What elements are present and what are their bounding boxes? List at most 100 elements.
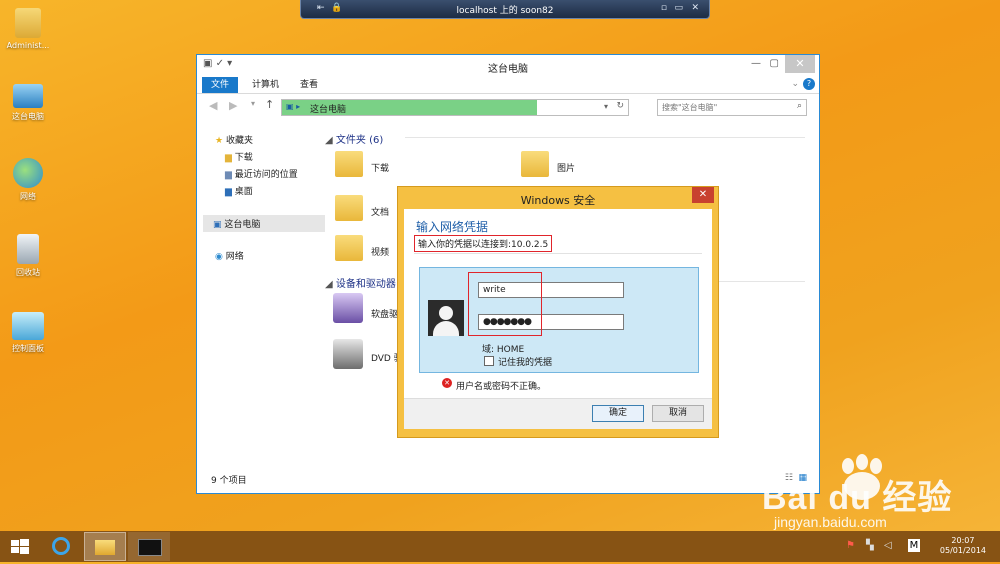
user-folder-icon [15, 8, 41, 38]
clock[interactable]: 20:07 05/01/2014 [940, 536, 986, 556]
documents-folder-icon[interactable] [335, 195, 363, 221]
nav-desktop[interactable]: ▆ 桌面 [225, 184, 253, 197]
group-label: 设备和驱动器 [335, 279, 396, 290]
downloads-folder-icon: ▆ [225, 153, 232, 163]
ie-icon [52, 537, 70, 555]
desktop-icon-label: 这台电脑 [12, 112, 44, 121]
dialog-title: Windows 安全 [520, 194, 596, 207]
navigation-pane: ★ 收藏夹 ▆ 下载 ▆ 最近访问的位置 ▆ 桌面 ▣ 这台电脑 ◉ 网络 [197, 125, 325, 465]
explorer-title: 这台电脑 [488, 64, 528, 75]
computer-icon: ▣ ▸ [286, 102, 301, 111]
control-panel-icon [12, 312, 44, 340]
desktop-icon-control-panel[interactable]: 控制面板 [0, 312, 56, 354]
credential-tile[interactable]: write ●●●●●●● 域: HOME 记住我的凭据 [419, 267, 699, 373]
group-header-devices[interactable]: ◢ 设备和驱动器 [325, 275, 396, 290]
cmd-taskbar-button[interactable] [128, 532, 170, 561]
recycle-bin-icon [17, 234, 39, 264]
help-icon[interactable]: ? [803, 78, 815, 90]
group-header-folders[interactable]: ◢ 文件夹 (6) [325, 131, 383, 146]
tab-view[interactable]: 查看 [291, 77, 327, 93]
close-button[interactable]: ✕ [691, 3, 699, 13]
chevron-down-icon: ◢ [325, 279, 333, 290]
dialog-close-button[interactable]: ✕ [692, 187, 714, 203]
folder-label-videos[interactable]: 视频 [371, 245, 389, 258]
nav-label: 最近访问的位置 [234, 170, 298, 180]
minimize-button[interactable]: — [751, 58, 761, 69]
nav-favorites[interactable]: ★ 收藏夹 [215, 133, 253, 146]
close-button[interactable]: ✕ [785, 55, 815, 73]
recent-icon: ▆ [225, 170, 232, 180]
tray-flag-icon[interactable]: ⚑ [846, 540, 855, 551]
dialog-heading: 输入网络凭据 [416, 220, 489, 234]
back-arrow-icon[interactable]: ◀ [209, 99, 217, 112]
dialog-footer: 确定 取消 [404, 398, 712, 429]
minimize-button[interactable]: ▫ [661, 3, 667, 13]
refresh-icon[interactable]: ↻ [616, 101, 624, 111]
ime-indicator[interactable]: M [908, 539, 920, 552]
address-field[interactable]: ▣ ▸ 这台电脑 ▾ ↻ [281, 99, 629, 116]
forward-arrow-icon[interactable]: ▶ [229, 99, 237, 112]
up-arrow-icon[interactable]: ↑ [265, 98, 274, 111]
desktop-icon-this-pc[interactable]: 这台电脑 [0, 84, 56, 122]
tray-network-icon[interactable]: ▚ [866, 540, 874, 551]
domain-label: 域: HOME [482, 345, 525, 355]
baidu-watermark: Bai du 经验 jingyan.baidu.com [752, 452, 1000, 532]
computer-icon: ▣ [213, 220, 222, 230]
dvd-drive-icon[interactable] [333, 339, 363, 369]
recent-locations-icon[interactable]: ▾ [251, 99, 255, 108]
restore-button[interactable]: ▭ [674, 3, 683, 13]
videos-folder-icon[interactable] [335, 235, 363, 261]
address-dropdown-icon[interactable]: ▾ [604, 102, 608, 111]
cancel-button[interactable]: 取消 [652, 405, 704, 422]
dialog-subtitle: 输入你的凭据以连接到:10.0.2.5 [414, 235, 553, 252]
nav-this-pc[interactable]: ▣ 这台电脑 [203, 215, 325, 232]
user-avatar-icon [428, 300, 464, 336]
windows-security-dialog: Windows 安全 ✕ 输入网络凭据 输入你的凭据以连接到:10.0.2.5 … [397, 186, 719, 438]
downloads-folder-icon[interactable] [335, 151, 363, 177]
remember-credentials-label[interactable]: 记住我的凭据 [498, 355, 552, 368]
nav-label: 收藏夹 [225, 136, 253, 146]
remote-session-bar: ⇤ 🔒 localhost 上的 soon82 ▫ ▭ ✕ [300, 0, 710, 19]
desktop-icon: ▆ [225, 187, 232, 197]
folder-label-downloads[interactable]: 下载 [371, 161, 389, 174]
remote-session-title: localhost 上的 soon82 [456, 6, 554, 16]
ok-button[interactable]: 确定 [592, 405, 644, 422]
star-icon: ★ [215, 136, 224, 146]
group-label: 文件夹 (6) [335, 135, 384, 146]
search-placeholder: 搜索"这台电脑" [662, 103, 718, 112]
nav-recent[interactable]: ▆ 最近访问的位置 [225, 167, 298, 180]
folder-label-documents[interactable]: 文档 [371, 205, 389, 218]
folder-label-pictures[interactable]: 图片 [557, 161, 575, 174]
desktop-icon-label: Administ... [6, 41, 50, 50]
desktop-icon-label: 回收站 [16, 268, 40, 277]
search-input[interactable]: 搜索"这台电脑" ⌕ [657, 99, 807, 116]
explorer-taskbar-button[interactable] [84, 532, 126, 561]
desktop-icon-recycle-bin[interactable]: 回收站 [0, 234, 56, 278]
nav-label: 下载 [234, 153, 253, 163]
start-button[interactable] [0, 532, 40, 561]
ribbon-tabs: 文件 计算机 查看 ⌄ ? [197, 77, 819, 94]
desktop-icon-label: 控制面板 [12, 344, 44, 353]
desktop-icon-administrator[interactable]: Administ... [0, 8, 56, 50]
nav-network[interactable]: ◉ 网络 [215, 249, 244, 262]
clock-date: 05/01/2014 [939, 546, 986, 555]
desktop-icon-label: 网络 [20, 192, 36, 201]
ie-taskbar-button[interactable] [42, 532, 82, 561]
pictures-folder-icon[interactable] [521, 151, 549, 177]
tray-volume-icon[interactable]: ◁ [884, 540, 892, 551]
console-icon [138, 539, 162, 556]
chevron-down-icon[interactable]: ⌄ [791, 79, 799, 89]
tab-file[interactable]: 文件 [202, 77, 239, 93]
group-divider [405, 137, 805, 138]
tab-computer[interactable]: 计算机 [243, 77, 288, 93]
desktop-icon-network[interactable]: 网络 [0, 158, 56, 202]
computer-icon [13, 84, 43, 108]
nav-downloads[interactable]: ▆ 下载 [225, 150, 253, 163]
search-icon[interactable]: ⌕ [797, 101, 802, 111]
remember-credentials-checkbox[interactable] [484, 356, 494, 366]
floppy-drive-icon[interactable] [333, 293, 363, 323]
dialog-divider [414, 253, 702, 254]
maximize-button[interactable]: ▢ [770, 58, 779, 69]
taskbar: ⚑ ▚ ◁ M 20:07 05/01/2014 [0, 531, 1000, 562]
device-label-floppy[interactable]: 软盘驱 [371, 307, 398, 320]
